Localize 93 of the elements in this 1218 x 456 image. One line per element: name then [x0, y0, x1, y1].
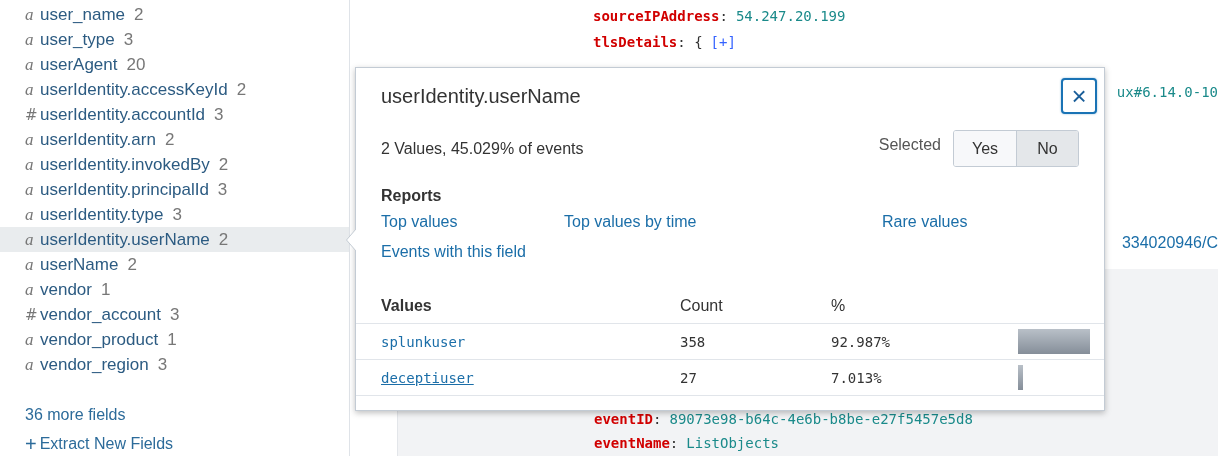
field-row[interactable]: a vendor_region 3 [0, 352, 349, 377]
punctuation: : { [677, 34, 703, 50]
event-key: eventName [594, 435, 670, 451]
field-count: 3 [172, 204, 182, 225]
expand-link[interactable]: [+] [710, 34, 736, 50]
field-name: userIdentity.accountId [40, 104, 206, 125]
field-type-icon: a [25, 329, 34, 350]
field-count: 3 [157, 354, 168, 375]
event-link[interactable]: 334020946/C [1121, 234, 1218, 251]
value-link[interactable]: splunkuser [381, 333, 466, 350]
punctuation: : [719, 8, 728, 24]
field-type-icon: a [25, 29, 34, 50]
table-cell: 358 [679, 323, 830, 360]
punctuation: : [669, 435, 679, 451]
field-type-icon: a [25, 179, 34, 200]
field-name: userIdentity.invokedBy [40, 154, 210, 175]
column-header: % [830, 289, 1018, 324]
field-name: userIdentity.type [40, 204, 164, 225]
event-key: tlsDetails [593, 34, 678, 50]
field-name: user_name [40, 4, 126, 25]
summary-text: 2 Values, 45.029% of events [381, 139, 585, 158]
field-row[interactable]: a userIdentity.type 3 [0, 202, 349, 227]
punctuation: : [653, 411, 662, 427]
field-name: vendor [40, 279, 92, 300]
field-count: 1 [167, 329, 177, 350]
field-count: 2 [164, 129, 175, 150]
field-count: 2 [134, 4, 144, 25]
extract-fields-link[interactable]: +Extract New Fields [25, 434, 174, 454]
field-name: vendor_region [40, 354, 149, 375]
field-name: user_type [40, 29, 115, 50]
popover-title: userIdentity.userName [381, 84, 581, 108]
field-name: userIdentity.userName [40, 229, 210, 250]
field-count: 3 [123, 29, 134, 50]
field-row[interactable]: a userName 2 [0, 252, 349, 277]
toggle-button[interactable]: No [1016, 131, 1078, 166]
field-row[interactable]: a user_type 3 [0, 27, 349, 52]
field-name: userIdentity.accessKeyId [40, 79, 228, 100]
field-row[interactable]: a userAgent 20 [0, 52, 349, 77]
event-key: sourceIPAddress [593, 8, 720, 24]
field-row[interactable]: a user_name 2 [0, 2, 349, 27]
event-value: ListObjects [686, 435, 779, 451]
column-header: Count [679, 289, 830, 324]
field-count: 2 [218, 229, 229, 250]
field-row[interactable]: a userIdentity.principalId 3 [0, 177, 349, 202]
field-name: userIdentity.principalId [40, 179, 209, 200]
event-text: ux#6.14.0-10 [1116, 84, 1218, 100]
report-link[interactable]: Rare values [882, 213, 968, 231]
event-key: eventID [594, 411, 653, 427]
field-count: 3 [170, 304, 180, 325]
field-type-icon: a [25, 129, 34, 150]
field-type-icon: a [25, 229, 34, 250]
field-count: 3 [214, 104, 224, 125]
event-value: 89073e98-b64c-4e6b-b8be-e27f5457e5d8 [669, 411, 973, 427]
report-link[interactable]: Top values by time [564, 213, 697, 231]
more-fields-link[interactable]: 36 more fields [25, 406, 126, 424]
field-type-icon: a [25, 204, 34, 225]
field-row[interactable]: #vendor_account 3 [0, 302, 349, 327]
field-row[interactable]: a userIdentity.accessKeyId 2 [0, 77, 349, 102]
field-type-icon: a [25, 154, 34, 175]
field-row[interactable]: a userIdentity.arn 2 [0, 127, 349, 152]
field-count: 2 [127, 254, 137, 275]
event-value: 54.247.20.199 [735, 8, 846, 24]
field-count: 2 [218, 154, 229, 175]
toggle-button[interactable]: Yes [954, 131, 1016, 166]
field-type-icon: a [25, 279, 34, 300]
report-link[interactable]: Top values [381, 213, 458, 231]
selected-label: Selected [878, 135, 941, 154]
reports-heading: Reports [380, 186, 443, 205]
value-link[interactable]: deceptiuser [381, 369, 474, 386]
table-cell: 27 [679, 359, 830, 396]
field-row[interactable]: a vendor_product 1 [0, 327, 349, 352]
field-type-icon: a [25, 354, 34, 375]
field-row[interactable]: #userIdentity.accountId 3 [0, 102, 349, 127]
field-name: vendor_account [40, 304, 161, 325]
field-name: vendor_product [40, 329, 159, 350]
field-type-icon: a [25, 254, 34, 275]
field-name: userAgent [40, 54, 118, 75]
field-name: userName [40, 254, 119, 275]
field-count: 20 [126, 54, 146, 75]
report-link[interactable]: Events with this field [381, 243, 526, 261]
plus-icon: + [25, 434, 37, 454]
close-button[interactable]: × [1061, 78, 1097, 114]
field-row[interactable]: a vendor 1 [0, 277, 349, 302]
field-type-icon: a [25, 79, 34, 100]
field-row[interactable]: a userIdentity.invokedBy 2 [0, 152, 349, 177]
field-count: 3 [217, 179, 228, 200]
field-type-icon: a [25, 54, 34, 75]
field-name: userIdentity.arn [40, 129, 156, 150]
field-count: 2 [236, 79, 247, 100]
column-header: Values [356, 289, 679, 324]
selected-field-row[interactable]: a userIdentity.userName 2 [0, 227, 349, 252]
field-type-icon: a [25, 4, 34, 25]
field-count: 1 [101, 279, 111, 300]
